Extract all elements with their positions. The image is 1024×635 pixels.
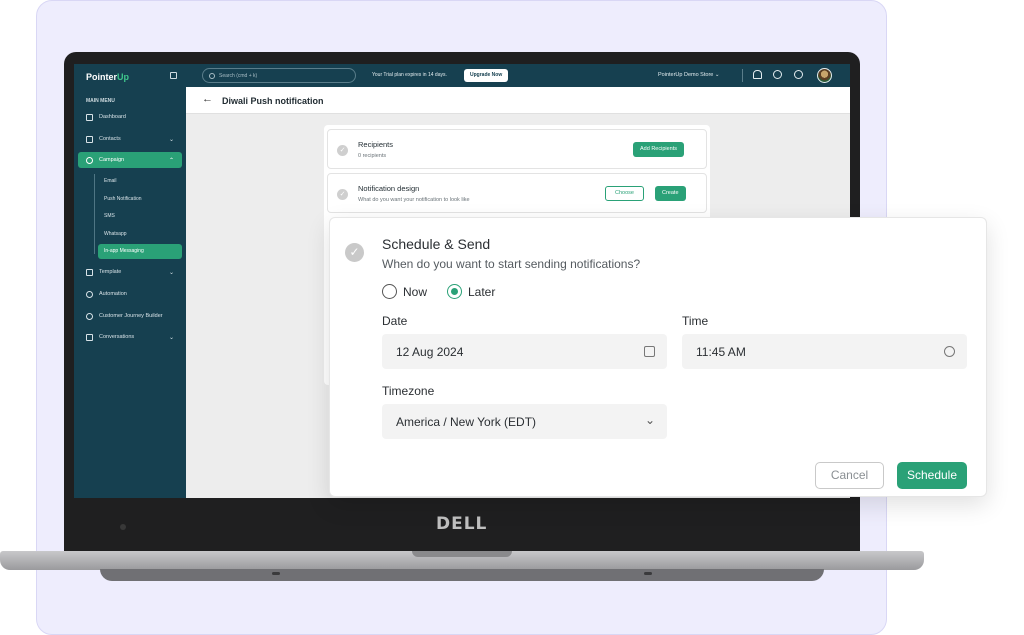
- cancel-button[interactable]: Cancel: [815, 462, 884, 489]
- laptop-base: [0, 551, 924, 570]
- schedule-button[interactable]: Schedule: [897, 462, 967, 489]
- add-recipients-button[interactable]: Add Recipients: [633, 142, 684, 157]
- subnav-push-notification[interactable]: Push Notification: [104, 196, 142, 202]
- recipients-step: ✓ Recipients 0 recipients Add Recipients: [327, 129, 707, 169]
- webcam-dot: [120, 524, 126, 530]
- time-label: Time: [682, 314, 709, 328]
- time-field[interactable]: 11:45 AM: [682, 334, 967, 369]
- chevron-down-icon[interactable]: ⌄: [645, 413, 655, 427]
- create-button[interactable]: Create: [655, 186, 686, 201]
- sidebar-collapse-icon[interactable]: [170, 72, 177, 79]
- submenu-line: [94, 174, 95, 254]
- date-field[interactable]: 12 Aug 2024: [382, 334, 667, 369]
- app-logo[interactable]: PointerUp: [86, 72, 129, 82]
- modal-subtitle: When do you want to start sending notifi…: [382, 257, 641, 271]
- help-icon[interactable]: [794, 70, 803, 79]
- topbar-divider: [742, 69, 743, 82]
- subnav-in-app-messaging[interactable]: In-app Messaging: [98, 244, 182, 259]
- bell-icon[interactable]: [753, 70, 762, 79]
- marketing-stage: DELL PointerUp MAIN MENU Dashboard Conta…: [0, 0, 1024, 635]
- choose-button[interactable]: Choose: [605, 186, 644, 201]
- recipients-title: Recipients: [358, 140, 394, 149]
- search-icon: [209, 73, 215, 79]
- radio-later[interactable]: [447, 284, 462, 299]
- top-bar: Search (cmd + k) Your Trial plan expires…: [186, 64, 850, 87]
- laptop-foot: [272, 572, 280, 575]
- radio-now[interactable]: [382, 284, 397, 299]
- conversations-icon: [86, 333, 93, 341]
- dashboard-icon: [86, 113, 93, 121]
- chevron-down-icon: ⌄: [168, 334, 174, 341]
- check-icon: ✓: [337, 189, 348, 200]
- chevron-down-icon: ⌄: [168, 269, 174, 276]
- design-subtitle: What do you want your notification to lo…: [358, 197, 470, 203]
- calendar-icon[interactable]: [644, 346, 655, 357]
- page-header: ← Diwali Push notification: [186, 87, 850, 114]
- schedule-send-modal: ✓ Schedule & Send When do you want to st…: [329, 217, 987, 497]
- trial-notice: Your Trial plan expires in 14 days.: [372, 72, 447, 78]
- back-arrow-icon[interactable]: ←: [202, 93, 213, 105]
- timezone-select[interactable]: America / New York (EDT) ⌄: [382, 404, 667, 439]
- check-icon: ✓: [345, 243, 364, 262]
- sidebar-item-template[interactable]: Template ⌄: [78, 264, 182, 280]
- clock-icon[interactable]: [944, 346, 955, 357]
- sidebar-item-dashboard[interactable]: Dashboard: [78, 109, 182, 125]
- sidebar-item-conversations[interactable]: Conversations ⌄: [78, 329, 182, 345]
- menu-title: MAIN MENU: [86, 98, 115, 104]
- date-label: Date: [382, 314, 408, 328]
- laptop-notch: [412, 551, 512, 557]
- sidebar-item-contacts[interactable]: Contacts ⌄: [78, 131, 182, 147]
- timezone-label: Timezone: [382, 384, 435, 398]
- radio-now-label[interactable]: Now: [403, 285, 427, 299]
- sidebar-item-customer-journey-builder[interactable]: Customer Journey Builder: [78, 308, 182, 324]
- design-title: Notification design: [358, 184, 420, 193]
- template-icon: [86, 268, 93, 276]
- chevron-up-icon: ⌃: [168, 157, 174, 164]
- automation-icon: [86, 290, 93, 298]
- sidebar: PointerUp MAIN MENU Dashboard Contacts ⌄ …: [74, 64, 186, 498]
- sidebar-item-automation[interactable]: Automation: [78, 286, 182, 302]
- subnav-whatsapp[interactable]: Whatsapp: [104, 231, 127, 237]
- radio-later-label[interactable]: Later: [468, 285, 495, 299]
- phone-icon: [86, 135, 93, 143]
- modal-title: Schedule & Send: [382, 236, 491, 252]
- store-selector[interactable]: PointerUp Demo Store ⌄: [658, 72, 719, 78]
- sidebar-item-campaign[interactable]: Campaign ⌃: [78, 152, 182, 168]
- journey-icon: [86, 312, 93, 320]
- recipients-count: 0 recipients: [358, 153, 387, 159]
- upgrade-button[interactable]: Upgrade Now: [464, 69, 509, 82]
- page-title: Diwali Push notification: [222, 96, 324, 106]
- check-icon: ✓: [337, 145, 348, 156]
- laptop-brand-logo: DELL: [436, 514, 488, 534]
- chevron-down-icon: ⌄: [168, 136, 174, 143]
- campaign-icon: [86, 156, 93, 164]
- subnav-email[interactable]: Email: [104, 178, 117, 184]
- laptop-foot: [644, 572, 652, 575]
- notification-design-step: ✓ Notification design What do you want y…: [327, 173, 707, 213]
- avatar[interactable]: [817, 68, 832, 83]
- gear-icon[interactable]: [773, 70, 782, 79]
- search-input[interactable]: Search (cmd + k): [202, 68, 356, 83]
- subnav-sms[interactable]: SMS: [104, 213, 115, 219]
- laptop-bottom: [100, 569, 824, 581]
